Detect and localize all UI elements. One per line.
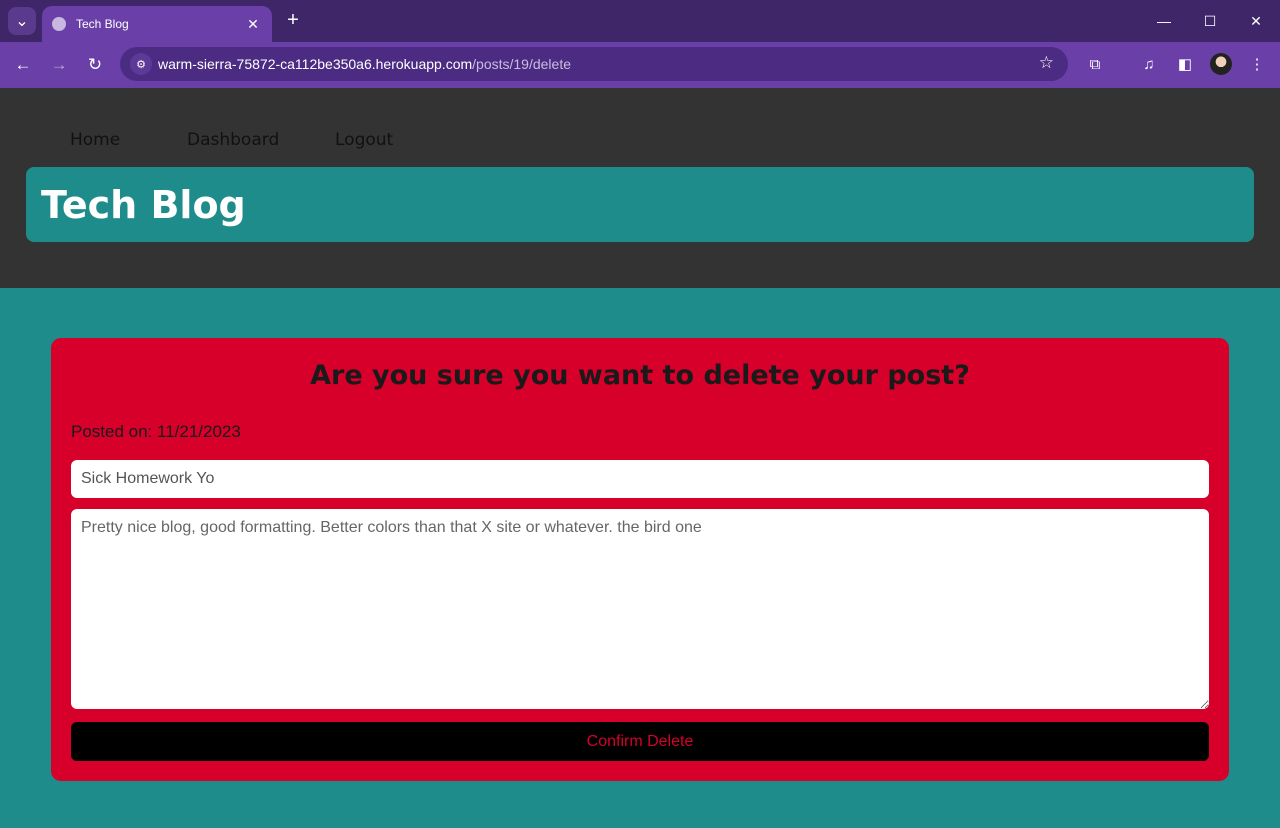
globe-icon <box>52 17 66 31</box>
tab-title: Tech Blog <box>76 17 129 31</box>
confirm-delete-button[interactable]: Confirm Delete <box>71 722 1209 761</box>
minimize-icon[interactable]: — <box>1152 10 1176 32</box>
browser-tab[interactable]: Tech Blog ✕ <box>42 6 272 42</box>
site-info-icon[interactable]: ⚙ <box>130 53 152 75</box>
menu-icon[interactable]: ⋮ <box>1244 52 1270 78</box>
reload-icon[interactable]: ↻ <box>82 52 108 78</box>
nav-logout-link[interactable]: Logout <box>335 130 393 150</box>
delete-post-card: Are you sure you want to delete your pos… <box>51 338 1229 781</box>
site-header: Home Dashboard Logout Tech Blog <box>0 88 1280 288</box>
tab-search-icon[interactable]: ⌄ <box>8 7 36 35</box>
nav-home-link[interactable]: Home <box>70 130 120 150</box>
maximize-icon[interactable]: ☐ <box>1198 10 1222 32</box>
site-banner: Tech Blog <box>26 167 1254 242</box>
close-icon[interactable]: ✕ <box>244 16 262 33</box>
media-icon[interactable]: ♫ <box>1136 52 1162 78</box>
post-body-field[interactable]: Pretty nice blog, good formatting. Bette… <box>71 509 1209 709</box>
site-title: Tech Blog <box>41 183 246 227</box>
post-title-field[interactable] <box>71 460 1209 498</box>
nav-dashboard-link[interactable]: Dashboard <box>187 130 279 150</box>
address-bar[interactable]: ⚙ warm-sierra-75872-ca112be350a6.herokua… <box>120 47 1068 81</box>
back-icon[interactable]: ← <box>10 52 36 78</box>
browser-tab-bar: ⌄ Tech Blog ✕ + — ☐ ✕ <box>0 0 1280 42</box>
forward-icon[interactable]: → <box>46 52 72 78</box>
url-path: /posts/19/delete <box>472 56 572 72</box>
plus-icon[interactable]: + <box>282 10 304 32</box>
star-icon[interactable]: ☆ <box>1039 53 1054 73</box>
browser-toolbar: ← → ↻ ⚙ warm-sierra-75872-ca112be350a6.h… <box>0 42 1280 88</box>
url-host: warm-sierra-75872-ca112be350a6.herokuapp… <box>158 56 473 72</box>
profile-avatar[interactable] <box>1210 53 1232 75</box>
delete-heading: Are you sure you want to delete your pos… <box>310 360 970 391</box>
posted-date: Posted on: 11/21/2023 <box>71 422 241 441</box>
close-window-icon[interactable]: ✕ <box>1244 10 1268 32</box>
extensions-icon[interactable]: ⧉ <box>1082 52 1108 78</box>
sidepanel-icon[interactable]: ◧ <box>1172 52 1198 78</box>
